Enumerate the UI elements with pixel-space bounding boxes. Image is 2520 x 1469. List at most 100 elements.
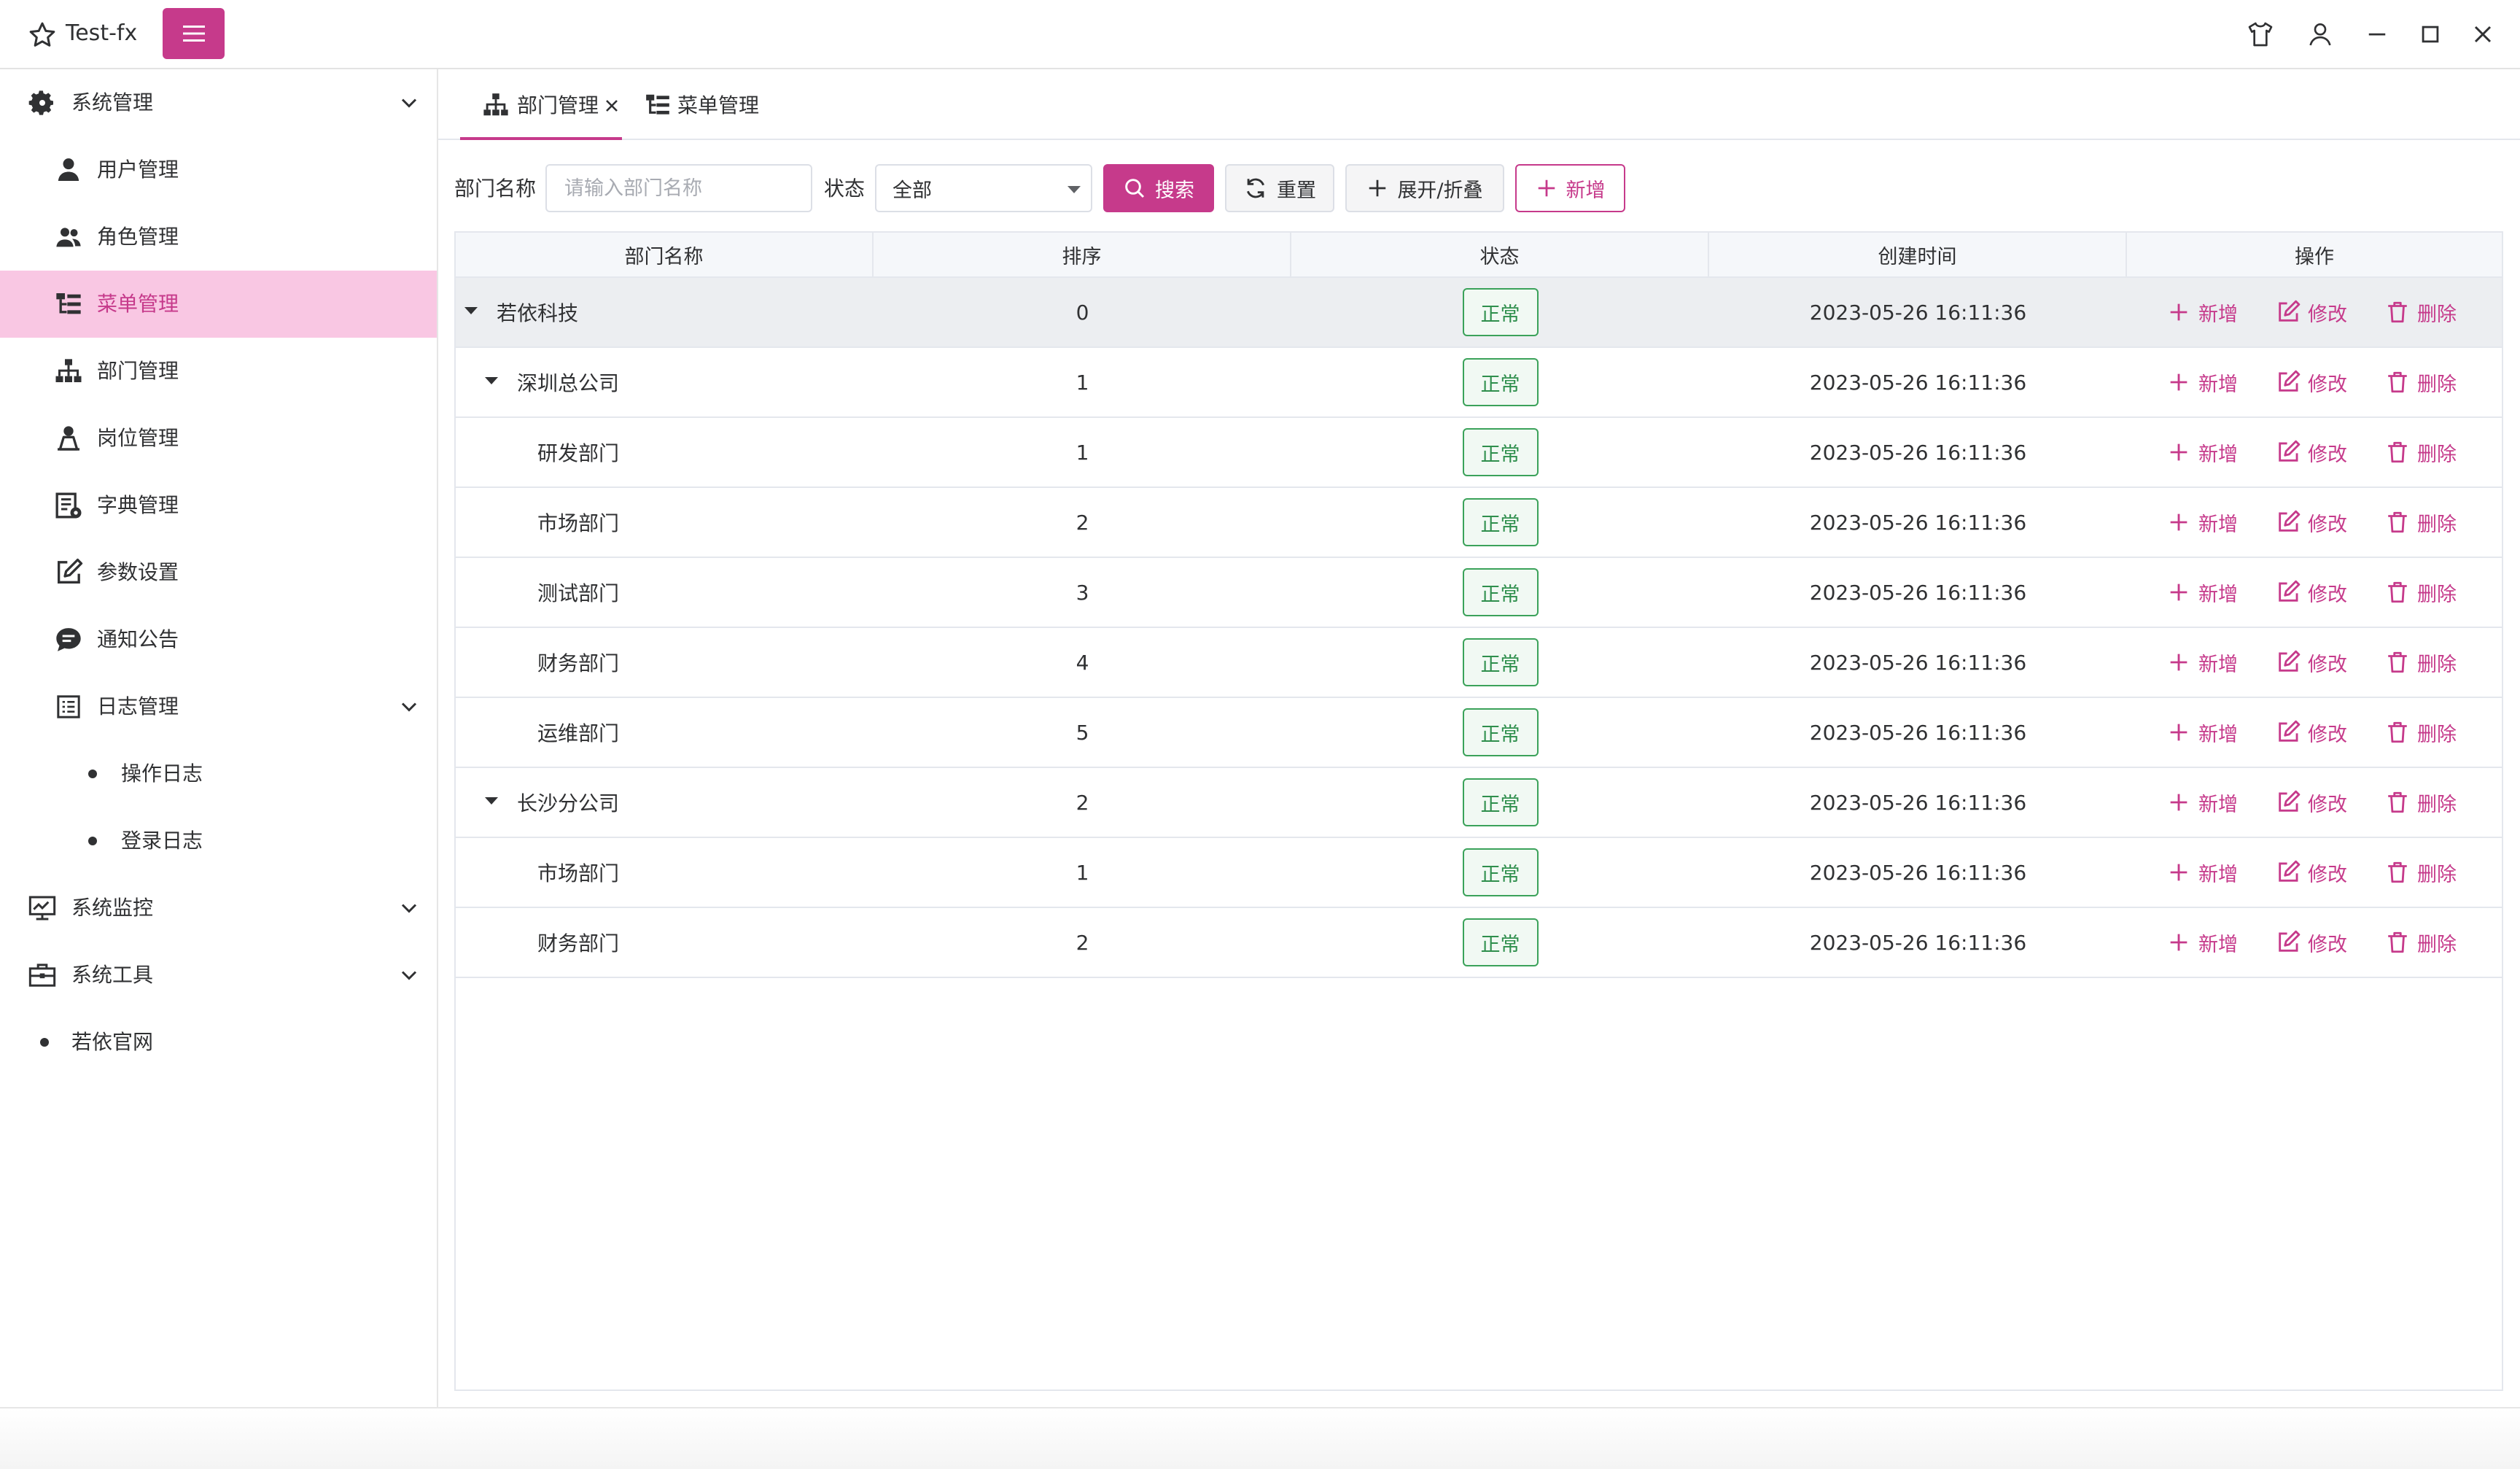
user-profile-button[interactable] <box>2302 16 2338 53</box>
search-button[interactable]: 搜索 <box>1103 164 1214 212</box>
tab-departments[interactable]: 部门管理 <box>460 69 622 140</box>
table-row[interactable]: 市场部门 2 正常 2023-05-26 16:11:36 新增 修改 删除 <box>456 488 2502 558</box>
sidebar-item-logs[interactable]: 日志管理 <box>0 673 437 740</box>
row-delete-button[interactable]: 删除 <box>2385 435 2457 469</box>
table-row[interactable]: 测试部门 3 正常 2023-05-26 16:11:36 新增 修改 删除 <box>456 558 2502 628</box>
sidebar-item-notices[interactable]: 通知公告 <box>0 606 437 673</box>
row-edit-button[interactable]: 修改 <box>2276 575 2347 609</box>
row-add-button[interactable]: 新增 <box>2166 435 2238 469</box>
cell-status: 正常 <box>1291 698 1709 767</box>
column-header-actions: 操作 <box>2295 245 2334 268</box>
cell-created-time: 2023-05-26 16:11:36 <box>1809 650 2027 675</box>
row-delete-button[interactable]: 删除 <box>2385 716 2457 749</box>
row-delete-button[interactable]: 删除 <box>2385 505 2457 539</box>
minimize-button[interactable] <box>2359 16 2395 53</box>
row-add-button[interactable]: 新增 <box>2166 716 2238 749</box>
maximize-button[interactable] <box>2412 16 2449 53</box>
column-header-name: 部门名称 <box>456 233 874 276</box>
table-row[interactable]: 深圳总公司 1 正常 2023-05-26 16:11:36 新增 修改 删除 <box>456 348 2502 418</box>
sidebar-item-label: 岗位管理 <box>97 426 179 450</box>
row-add-button[interactable]: 新增 <box>2166 295 2238 329</box>
cell-status: 正常 <box>1291 908 1709 977</box>
row-delete-button[interactable]: 删除 <box>2385 575 2457 609</box>
minimize-icon <box>2368 33 2386 36</box>
tab-menus[interactable]: 菜单管理 <box>642 69 788 140</box>
row-add-label: 新增 <box>2198 513 2238 536</box>
toolbox-icon <box>28 964 56 987</box>
users-icon <box>56 228 81 247</box>
sidebar-item-system-management[interactable]: 系统管理 <box>0 69 437 136</box>
row-add-button[interactable]: 新增 <box>2166 365 2238 399</box>
row-edit-button[interactable]: 修改 <box>2276 926 2347 959</box>
tree-expand-icon[interactable] <box>464 307 478 314</box>
cell-order: 2 <box>1076 930 1089 955</box>
row-add-button[interactable]: 新增 <box>2166 646 2238 679</box>
tree-expand-icon[interactable] <box>485 377 498 384</box>
close-window-button[interactable] <box>2465 16 2501 53</box>
sidebar-item-label: 用户管理 <box>97 158 179 182</box>
cell-dept-name: 研发部门 <box>537 441 620 465</box>
row-add-button[interactable]: 新增 <box>2166 856 2238 889</box>
sidebar-item-settings[interactable]: 参数设置 <box>0 539 437 606</box>
sidebar-item-departments[interactable]: 部门管理 <box>0 338 437 405</box>
row-edit-button[interactable]: 修改 <box>2276 365 2347 399</box>
status-select[interactable]: 全部 <box>875 164 1092 212</box>
row-edit-button[interactable]: 修改 <box>2276 295 2347 329</box>
table-row[interactable]: 财务部门 4 正常 2023-05-26 16:11:36 新增 修改 删除 <box>456 628 2502 698</box>
dept-name-input[interactable] <box>545 164 812 212</box>
row-delete-button[interactable]: 删除 <box>2385 295 2457 329</box>
row-edit-button[interactable]: 修改 <box>2276 646 2347 679</box>
sidebar-item-users[interactable]: 用户管理 <box>0 136 437 204</box>
trash-icon <box>2388 441 2407 463</box>
row-edit-button[interactable]: 修改 <box>2276 786 2347 819</box>
table-row[interactable]: 长沙分公司 2 正常 2023-05-26 16:11:36 新增 修改 删除 <box>456 768 2502 838</box>
status-badge: 正常 <box>1462 428 1539 476</box>
sidebar-item-login-log[interactable]: 登录日志 <box>0 807 437 875</box>
row-edit-button[interactable]: 修改 <box>2276 716 2347 749</box>
table-row[interactable]: 财务部门 2 正常 2023-05-26 16:11:36 新增 修改 删除 <box>456 908 2502 978</box>
row-delete-button[interactable]: 删除 <box>2385 926 2457 959</box>
table-row[interactable]: 市场部门 1 正常 2023-05-26 16:11:36 新增 修改 删除 <box>456 838 2502 908</box>
cell-created-time: 2023-05-26 16:11:36 <box>1809 510 2027 535</box>
cell-created-time: 2023-05-26 16:11:36 <box>1809 860 2027 885</box>
cell-order: 0 <box>1076 300 1089 325</box>
theme-button[interactable] <box>2242 16 2279 53</box>
sidebar-item-dictionary[interactable]: 字典管理 <box>0 472 437 539</box>
row-edit-button[interactable]: 修改 <box>2276 856 2347 889</box>
table-row[interactable]: 研发部门 1 正常 2023-05-26 16:11:36 新增 修改 删除 <box>456 418 2502 488</box>
sidebar-item-posts[interactable]: 岗位管理 <box>0 405 437 472</box>
close-tab-icon[interactable] <box>603 97 621 115</box>
sidebar-item-label: 系统管理 <box>71 90 154 115</box>
plus-icon <box>1369 179 1386 197</box>
row-add-button[interactable]: 新增 <box>2166 786 2238 819</box>
sidebar-item-label: 登录日志 <box>121 829 203 853</box>
row-add-button[interactable]: 新增 <box>2166 505 2238 539</box>
cell-dept-name: 测试部门 <box>537 581 620 605</box>
cell-status: 正常 <box>1291 418 1709 487</box>
table-row[interactable]: 运维部门 5 正常 2023-05-26 16:11:36 新增 修改 删除 <box>456 698 2502 768</box>
sidebar-item-roles[interactable]: 角色管理 <box>0 204 437 271</box>
table-row[interactable]: 若依科技 0 正常 2023-05-26 16:11:36 新增 修改 删除 <box>456 278 2502 348</box>
cell-status: 正常 <box>1291 838 1709 907</box>
add-button[interactable]: 新增 <box>1515 164 1625 212</box>
tree-expand-icon[interactable] <box>485 797 498 805</box>
sidebar-item-menus[interactable]: 菜单管理 <box>0 271 437 338</box>
row-add-button[interactable]: 新增 <box>2166 575 2238 609</box>
menu-toggle-button[interactable] <box>163 8 225 59</box>
sidebar-item-operation-log[interactable]: 操作日志 <box>0 740 437 807</box>
sidebar-item-official-site[interactable]: 若依官网 <box>0 1009 437 1076</box>
row-edit-button[interactable]: 修改 <box>2276 505 2347 539</box>
row-delete-button[interactable]: 删除 <box>2385 856 2457 889</box>
reset-button[interactable]: 重置 <box>1225 164 1334 212</box>
cell-dept-name: 若依科技 <box>497 301 579 325</box>
row-delete-button[interactable]: 删除 <box>2385 646 2457 679</box>
sidebar-item-system-monitor[interactable]: 系统监控 <box>0 875 437 942</box>
row-delete-button[interactable]: 删除 <box>2385 365 2457 399</box>
sidebar-item-system-tools[interactable]: 系统工具 <box>0 942 437 1009</box>
row-delete-button[interactable]: 删除 <box>2385 786 2457 819</box>
row-edit-label: 修改 <box>2308 793 2347 816</box>
row-add-button[interactable]: 新增 <box>2166 926 2238 959</box>
row-add-label: 新增 <box>2198 303 2238 326</box>
expand-collapse-button[interactable]: 展开/折叠 <box>1345 164 1504 212</box>
row-edit-button[interactable]: 修改 <box>2276 435 2347 469</box>
